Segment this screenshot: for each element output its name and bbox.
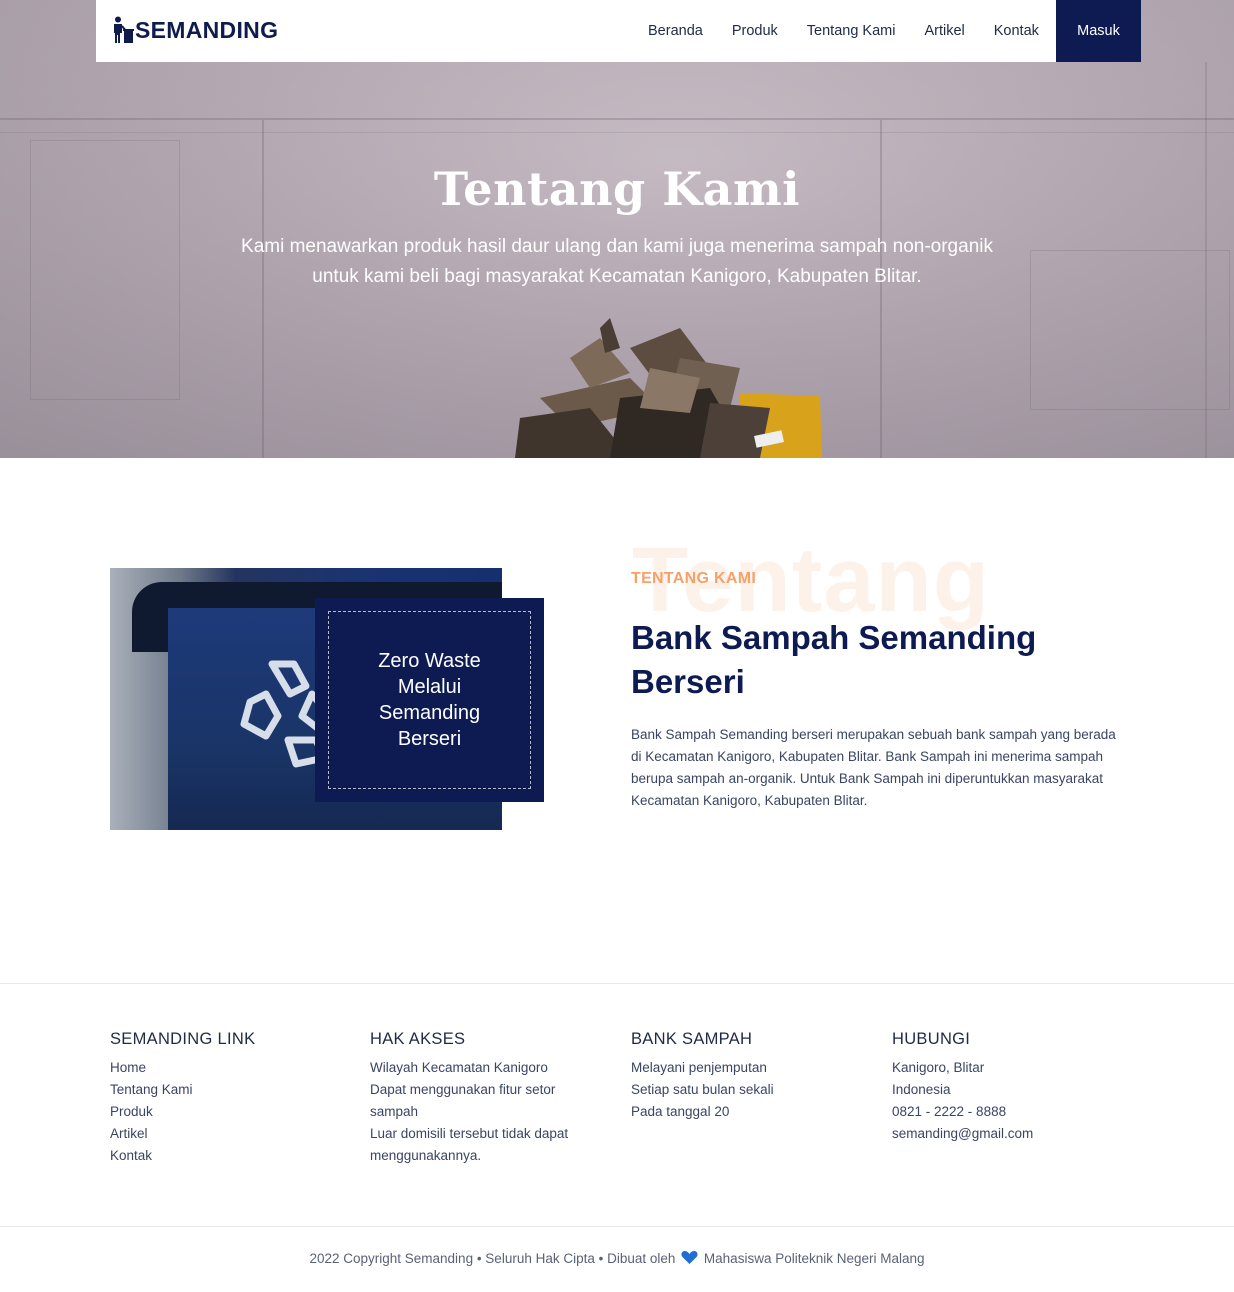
footer-link-home[interactable]: Home xyxy=(110,1057,340,1079)
footer-text: Pada tanggal 20 xyxy=(631,1104,730,1119)
login-button[interactable]: Masuk xyxy=(1056,0,1141,62)
hero-subtitle-line2: untuk kami beli bagi masyarakat Kecamata… xyxy=(312,266,922,287)
footer-divider xyxy=(0,1226,1234,1227)
footer-email: semanding@gmail.com xyxy=(892,1126,1034,1141)
copyright-bar: 2022 Copyright Semanding • Seluruh Hak C… xyxy=(0,1250,1234,1266)
footer-divider xyxy=(0,983,1234,984)
nav-links: Beranda Produk Tentang Kami Artikel Kont… xyxy=(648,0,1068,62)
copyright-text: 2022 Copyright Semanding • Seluruh Hak C… xyxy=(309,1251,676,1266)
footer-text: Kanigoro, Blitar xyxy=(892,1060,985,1075)
footer-text: Indonesia xyxy=(892,1082,951,1097)
hero-banner: Tentang Kami Kami menawarkan produk hasi… xyxy=(0,0,1234,458)
footer-link-kontak[interactable]: Kontak xyxy=(110,1145,340,1167)
footer-text: Luar domisili tersebut tidak dapat mengg… xyxy=(370,1126,569,1163)
footer-link-artikel[interactable]: Artikel xyxy=(110,1123,340,1145)
section-kicker: TENTANG KAMI xyxy=(631,570,757,587)
footer-heading: HUBUNGI xyxy=(892,1030,971,1048)
footer-col-links: SEMANDING LINK Home Tentang Kami Produk … xyxy=(110,1030,340,1167)
hero-title: Tentang Kami xyxy=(433,162,801,216)
person-trash-icon xyxy=(114,16,134,43)
zero-waste-caption: Zero Waste Melalui Semanding Berseri xyxy=(378,650,481,750)
footer-link-tentang-kami[interactable]: Tentang Kami xyxy=(110,1079,340,1101)
footer-text: Setiap satu bulan sekali xyxy=(631,1082,774,1097)
nav-link-produk[interactable]: Produk xyxy=(732,23,778,39)
footer-heading: HAK AKSES xyxy=(370,1030,466,1048)
cardboard-pile-image xyxy=(515,318,822,458)
footer-heading: SEMANDING LINK xyxy=(110,1030,256,1048)
heart-icon xyxy=(681,1251,698,1264)
footer-heading: BANK SAMPAH xyxy=(631,1030,753,1048)
footer-text: Melayani penjemputan xyxy=(631,1060,767,1075)
section-title: Bank Sampah Semanding Berseri xyxy=(631,619,1037,700)
footer-link-produk[interactable]: Produk xyxy=(110,1101,340,1123)
nav-link-kontak[interactable]: Kontak xyxy=(994,23,1039,39)
top-navbar: SEMANDING Beranda Produk Tentang Kami Ar… xyxy=(96,0,1141,62)
copyright-author: Mahasiswa Politeknik Negeri Malang xyxy=(703,1251,925,1266)
nav-link-beranda[interactable]: Beranda xyxy=(648,23,703,39)
brand-logo[interactable]: SEMANDING xyxy=(112,16,278,44)
zero-waste-card: Zero Waste Melalui Semanding Berseri xyxy=(315,598,544,802)
footer-text: Dapat menggunakan fitur setor sampah xyxy=(370,1082,556,1119)
nav-link-artikel[interactable]: Artikel xyxy=(924,23,964,39)
wall-seam xyxy=(0,118,1234,120)
brand-name: SEMANDING xyxy=(135,16,279,43)
hero-subtitle: Kami menawarkan produk hasil daur ulang … xyxy=(232,232,1002,292)
hero-subtitle-line1: Kami menawarkan produk hasil daur ulang … xyxy=(241,236,993,257)
zero-waste-card-border: Zero Waste Melalui Semanding Berseri xyxy=(328,611,531,789)
footer-col-bank: BANK SAMPAH Melayani penjemputan Setiap … xyxy=(631,1030,861,1123)
nav-link-tentang-kami[interactable]: Tentang Kami xyxy=(807,23,896,39)
wall-panel xyxy=(1030,250,1230,410)
footer-col-contact: HUBUNGI Kanigoro, Blitar Indonesia 0821 … xyxy=(892,1030,1132,1145)
footer-phone: 0821 - 2222 - 8888 xyxy=(892,1104,1007,1119)
wall-seam xyxy=(0,132,1234,133)
section-description: Bank Sampah Semanding berseri merupakan … xyxy=(631,727,1116,808)
footer-col-access: HAK AKSES Wilayah Kecamatan Kanigoro Dap… xyxy=(370,1030,588,1167)
footer-text: Wilayah Kecamatan Kanigoro xyxy=(370,1060,548,1075)
